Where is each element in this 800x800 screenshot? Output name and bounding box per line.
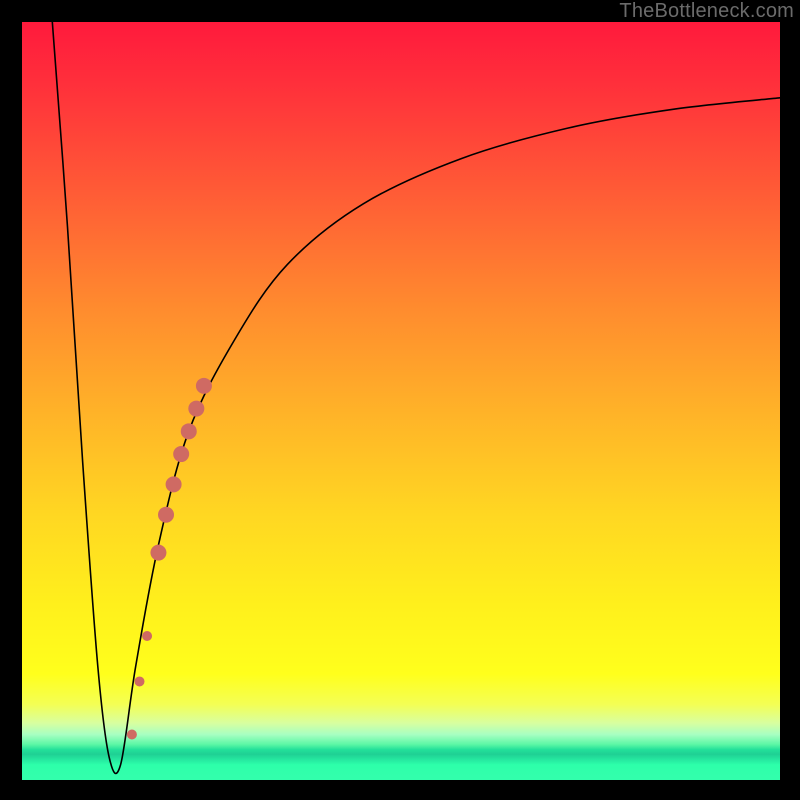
data-marker — [196, 378, 212, 394]
plot-area — [22, 22, 780, 780]
curve-group — [52, 22, 780, 773]
data-marker — [127, 730, 137, 740]
chart-frame: TheBottleneck.com — [0, 0, 800, 800]
data-marker — [188, 401, 204, 417]
data-marker — [181, 423, 197, 439]
chart-svg — [22, 22, 780, 780]
data-marker — [134, 676, 144, 686]
data-markers-group — [127, 378, 212, 740]
data-marker — [142, 631, 152, 641]
data-marker — [150, 545, 166, 561]
data-marker — [166, 476, 182, 492]
watermark-text: TheBottleneck.com — [619, 0, 794, 23]
data-marker — [158, 507, 174, 523]
bottleneck-curve — [52, 22, 780, 773]
data-marker — [173, 446, 189, 462]
